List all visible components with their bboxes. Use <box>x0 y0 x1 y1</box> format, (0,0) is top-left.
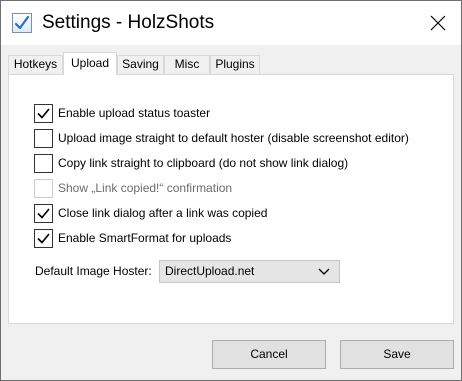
option-label: Enable SmartFormat for uploads <box>58 231 232 245</box>
tab-upload[interactable]: Upload <box>63 52 117 75</box>
checkbox[interactable] <box>34 204 53 223</box>
checkbox <box>34 179 53 198</box>
checkbox[interactable] <box>34 229 53 248</box>
option-label: Show „Link copied!“ confirmation <box>58 181 233 195</box>
title-bar[interactable]: Settings - HolzShots <box>1 1 461 45</box>
option-label: Upload image straight to default hoster … <box>58 131 409 145</box>
tab-misc[interactable]: Misc <box>164 55 210 74</box>
checkbox[interactable] <box>34 104 53 123</box>
default-hoster-label: Default Image Hoster: <box>35 264 152 278</box>
default-hoster-value: DirectUpload.net <box>165 264 255 278</box>
option-label: Enable upload status toaster <box>58 106 211 120</box>
cancel-button[interactable]: Cancel <box>212 340 326 369</box>
default-hoster-select[interactable]: DirectUpload.net <box>159 260 340 283</box>
tab-saving[interactable]: Saving <box>117 55 164 74</box>
close-button[interactable] <box>415 1 461 45</box>
settings-window: Settings - HolzShots Hotkeys Upload Savi… <box>0 0 462 381</box>
save-button[interactable]: Save <box>340 340 454 369</box>
window-title: Settings - HolzShots <box>42 12 215 33</box>
tab-plugins[interactable]: Plugins <box>210 55 260 74</box>
option-label: Close link dialog after a link was copie… <box>58 206 268 220</box>
tab-hotkeys[interactable]: Hotkeys <box>8 55 63 74</box>
checkbox[interactable] <box>34 154 53 173</box>
checkmark-app-icon <box>12 13 32 33</box>
checkbox[interactable] <box>34 129 53 148</box>
option-label: Copy link straight to clipboard (do not … <box>58 156 349 170</box>
